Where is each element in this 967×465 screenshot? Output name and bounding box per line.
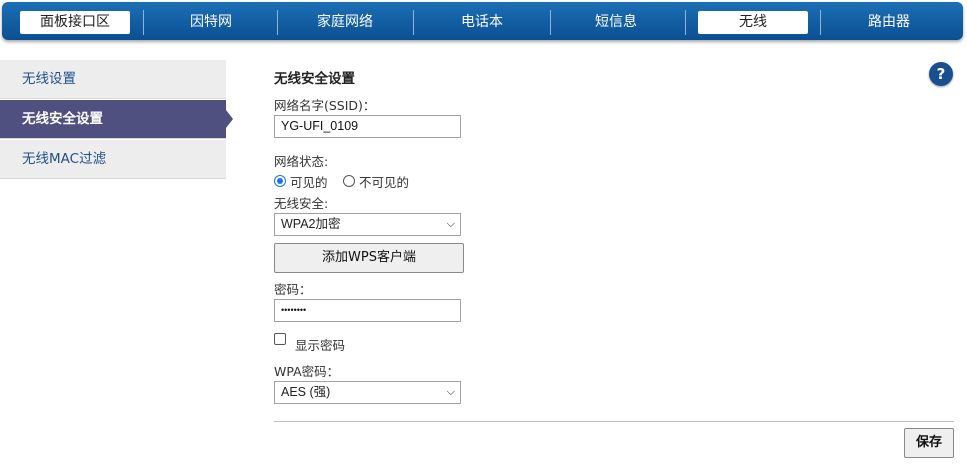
tab-wireless[interactable]: 无线 [698,11,808,34]
invisible-radio[interactable] [343,175,355,187]
network-status-label: 网络状态: [274,154,329,169]
sidebar-item-wireless-settings[interactable]: 无线设置 [0,60,226,99]
security-mode-select[interactable]: WPA2加密 ⌵ [274,213,461,236]
nav-divider [143,10,144,35]
security-mode-value: WPA2加密 [281,217,341,231]
tab-panel-interface[interactable]: 面板接口区 [20,11,130,34]
visible-radio-label: 可见的 [290,175,328,190]
nav-divider [820,10,821,35]
page-title: 无线安全设置 [274,71,355,87]
chevron-down-icon: ⌵ [446,218,455,230]
show-password-label: 显示密码 [295,338,346,353]
password-label: 密码： [274,282,312,297]
form-divider [274,421,954,422]
nav-divider [550,10,551,35]
tab-sms[interactable]: 短信息 [556,11,676,34]
wpa-cipher-label: WPA密码： [274,364,340,379]
wireless-security-label: 无线安全: [274,196,329,211]
tab-home-network[interactable]: 家庭网络 [285,11,405,34]
tab-router[interactable]: 路由器 [830,11,948,34]
wpa-cipher-select[interactable]: AES (强) ⌵ [274,381,461,404]
chevron-down-icon: ⌵ [446,386,455,398]
nav-divider [685,10,686,35]
nav-divider [277,10,278,35]
help-icon[interactable]: ? [929,62,953,86]
invisible-radio-label: 不可见的 [359,175,410,190]
sidebar-item-wireless-security[interactable]: 无线安全设置 [0,100,226,139]
sidebar-item-mac-filter[interactable]: 无线MAC过滤 [0,140,226,179]
save-button[interactable]: 保存 [904,428,954,458]
nav-divider [413,10,414,35]
ssid-label: 网络名字(SSID)： [274,98,376,113]
active-pointer-arrow [226,110,233,128]
show-password-checkbox[interactable] [274,333,286,345]
visible-radio[interactable] [274,175,286,187]
tab-internet[interactable]: 因特网 [152,11,270,34]
password-input[interactable]: •••••••• [274,299,461,322]
top-nav-bar: 面板接口区 因特网 家庭网络 电话本 短信息 无线 路由器 [2,2,963,40]
add-wps-client-button[interactable]: 添加WPS客户端 [274,243,464,273]
tab-phonebook[interactable]: 电话本 [420,11,544,34]
wpa-cipher-value: AES (强) [281,385,331,399]
ssid-input[interactable]: YG-UFI_0109 [274,115,461,138]
